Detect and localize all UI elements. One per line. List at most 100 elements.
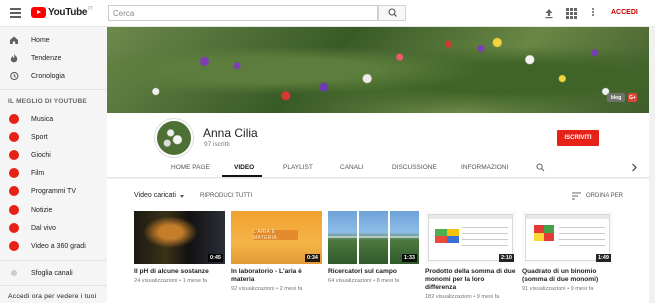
video-duration: 1:49 [595,254,611,262]
channel-name: Anna Cilia [203,126,258,140]
sidebar-item-trending[interactable]: Tendenze [0,50,107,66]
sidebar-item-label: Giochi [31,151,51,159]
sidebar: Home Tendenze Cronologia IL MEGLIO DI YO… [0,27,107,303]
video-duration: 1:33 [401,254,417,262]
sidebar-item-music[interactable]: Musica [0,111,107,127]
google-plus-link[interactable]: G+ [628,93,637,102]
sidebar-divider [0,260,107,261]
search-input[interactable]: Cerca [108,5,378,21]
video-title[interactable]: Quadrato di un binomio (somma di due mon… [522,268,613,284]
video-thumbnail[interactable]: 0:45 [134,211,225,264]
blog-link[interactable]: blog [607,93,625,102]
video-views: 182 visualizzazioni [425,294,472,300]
thumbnail-caption: L'ARIA È MATERIA [253,229,298,241]
video-card[interactable]: 0:45 Il pH di alcune sostanze 24 visuali… [134,211,225,284]
video-card[interactable]: L'ARIA È MATERIA 0:34 In laboratorio - L… [231,211,322,292]
sidebar-item-label: Home [31,36,50,44]
video-section: Video caricati RIPRODUCI TUTTI ORDINA PE… [107,179,649,303]
search-icon [388,8,397,17]
sidebar-item-live[interactable]: Dal vivo [0,220,107,236]
live-icon [9,223,19,233]
sidebar-item-360[interactable]: Video a 360 gradi [0,238,107,254]
film-icon [9,168,19,178]
apps-grid-icon[interactable] [565,7,577,19]
video-title[interactable]: Ricercatori sul campo [328,268,419,276]
tab-discussion[interactable]: DISCUSSIONE [392,164,437,171]
chevron-right-icon[interactable] [630,163,638,172]
flame-icon [10,53,18,63]
video-card[interactable]: 2:10 Prodotto della somma di due monomi … [425,211,516,300]
video-title[interactable]: Prodotto della somma di due monomi per l… [425,268,516,292]
video-meta: 64 visualizzazioni • 8 mesi fa [328,278,419,284]
more-options-icon[interactable] [587,7,599,19]
top-bar: YouTube IT Cerca ACCEDI [0,0,655,27]
video-age: 9 mesi fa [476,294,500,300]
video-thumbnail[interactable]: L'ARIA È MATERIA 0:34 [231,211,322,264]
video-card[interactable]: 1:33 Ricercatori sul campo 64 visualizza… [328,211,419,284]
sidebar-item-home[interactable]: Home [0,32,107,48]
hamburger-menu-icon[interactable] [10,8,21,18]
chevron-down-icon[interactable] [180,195,184,198]
sidebar-item-film[interactable]: Film [0,165,107,181]
channel-avatar[interactable] [155,119,193,157]
sidebar-item-label: Musica [31,115,54,123]
sidebar-item-news[interactable]: Notizie [0,202,107,218]
tv-icon [9,186,19,196]
sidebar-item-label: Notizie [31,206,53,214]
sidebar-divider [0,285,107,286]
video-age: 8 mesi fa [376,278,400,284]
sidebar-item-history[interactable]: Cronologia [0,68,107,84]
games-icon [9,150,19,160]
upload-icon[interactable] [543,7,555,19]
subscriber-count: 97 iscritti [204,141,230,148]
video-thumbnail[interactable]: 1:49 [522,211,613,264]
play-all-button[interactable]: RIPRODUCI TUTTI [200,193,252,199]
signin-prompt: Accedi ora per vedere i tuoi [8,293,97,300]
sidebar-item-games[interactable]: Giochi [0,147,107,163]
home-icon [10,36,18,44]
sidebar-item-sport[interactable]: Sport [0,129,107,145]
tab-home[interactable]: HOME PAGE [171,164,210,171]
sidebar-item-browse-channels[interactable]: Sfoglia canali [0,265,107,281]
channel-tabs: HOME PAGE VIDEO PLAYLIST CANALI DISCUSSI… [107,159,649,177]
sidebar-divider [0,89,107,90]
video-age: 1 mese fa [182,278,208,284]
logo-text: YouTube [48,7,88,18]
video-duration: 2:10 [498,254,514,262]
sort-icon[interactable] [572,192,581,200]
360-icon [9,241,19,251]
news-icon [9,205,19,215]
tab-channels[interactable]: CANALI [340,164,363,171]
video-title[interactable]: Il pH di alcune sostanze [134,268,225,276]
video-meta: 91 visualizzazioni • 9 mesi fa [522,286,613,292]
sort-by-button[interactable]: ORDINA PER [586,193,623,199]
banner-links: blog G+ [607,93,637,102]
active-tab-indicator [222,175,262,177]
video-card[interactable]: 1:49 Quadrato di un binomio (somma di du… [522,211,613,292]
video-thumbnail[interactable]: 1:33 [328,211,419,264]
sport-icon [9,132,19,142]
sidebar-heading: IL MEGLIO DI YOUTUBE [8,98,87,105]
search-button[interactable] [378,5,406,21]
youtube-logo[interactable]: YouTube IT [31,6,93,18]
channel-search-icon[interactable] [536,163,545,172]
tab-about[interactable]: INFORMAZIONI [461,164,508,171]
channel-banner: blog G+ [107,27,649,113]
sidebar-item-tv[interactable]: Programmi TV [0,183,107,199]
play-logo-icon [31,7,46,18]
sidebar-item-label: Programmi TV [31,187,76,195]
tab-playlist[interactable]: PLAYLIST [283,164,313,171]
uploads-select[interactable]: Video caricati [134,192,176,199]
video-views: 64 visualizzazioni [328,278,372,284]
sidebar-item-label: Film [31,169,45,177]
sidebar-item-label: Sfoglia canali [31,269,73,277]
browse-channels-icon [11,270,17,276]
sidebar-item-label: Cronologia [31,72,65,80]
signin-button[interactable]: ACCEDI [611,9,638,16]
video-thumbnail[interactable]: 2:10 [425,211,516,264]
video-title[interactable]: In laboratorio - L'aria è materia [231,268,322,284]
sidebar-item-label: Dal vivo [31,224,56,232]
tab-video[interactable]: VIDEO [234,164,254,171]
sidebar-item-label: Sport [31,133,48,141]
subscribe-button[interactable]: ISCRIVITI [557,130,599,146]
